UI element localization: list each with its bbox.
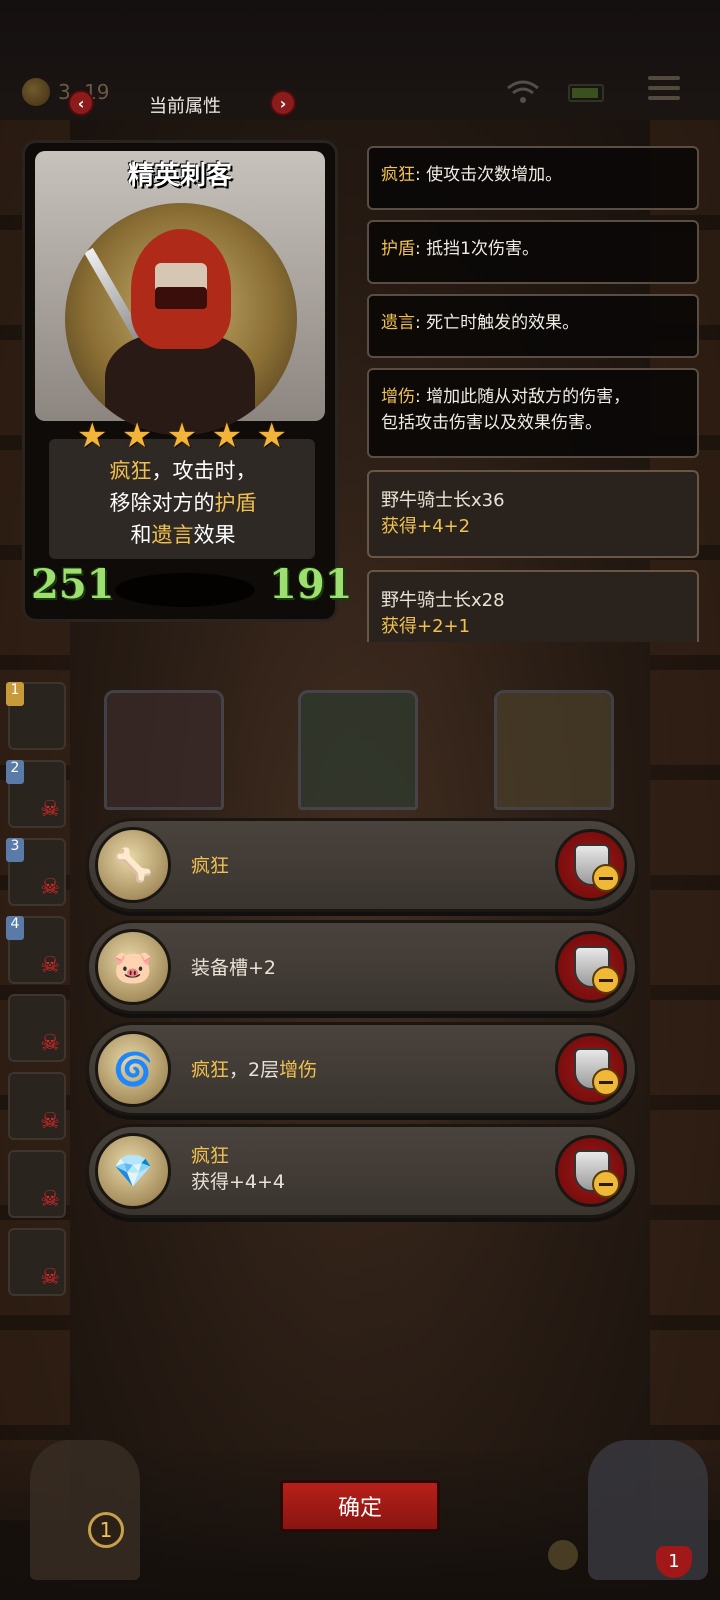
chest-count: 1 bbox=[88, 1512, 124, 1548]
side-slot-8[interactable]: ☠ bbox=[8, 1228, 66, 1296]
star-rating: ★ ★ ★ ★ ★ bbox=[77, 419, 287, 453]
minus-icon bbox=[592, 1068, 620, 1096]
coin-icon bbox=[22, 78, 50, 106]
card-shadow bbox=[115, 573, 255, 607]
equipment-row-3[interactable]: 🌀 疯狂，2层增伤 bbox=[86, 1022, 638, 1116]
keyword: 遗言 bbox=[381, 313, 415, 333]
chest-icon[interactable] bbox=[30, 1440, 140, 1580]
equipment-row-1[interactable]: 🦴 疯狂 bbox=[86, 818, 638, 912]
keyword-info-madness: 疯狂: 使攻击次数增加。 bbox=[367, 146, 699, 210]
desc-text: 移除对方的 bbox=[109, 491, 215, 515]
side-slot-1[interactable]: 1 bbox=[6, 682, 66, 750]
skull-icon: ☠ bbox=[40, 1187, 60, 1212]
equipment-label: 疯狂，2层增伤 bbox=[191, 1059, 318, 1081]
slot-number: 3 bbox=[6, 838, 24, 862]
skull-icon: ☠ bbox=[40, 875, 60, 900]
keyword-info-deathrattle: 遗言: 死亡时触发的效果。 bbox=[367, 294, 699, 358]
keyword-info-shield: 护盾: 抵挡1次伤害。 bbox=[367, 220, 699, 284]
keyword: 护盾 bbox=[214, 491, 257, 515]
top-bar: 3‥19 ‹ 当前属性 › bbox=[0, 0, 720, 120]
minion-gain: 获得+2+1 bbox=[381, 616, 471, 637]
skull-icon: ☠ bbox=[40, 1109, 60, 1134]
keyword-desc: : 增加此随从对敌方的伤害， bbox=[415, 387, 631, 407]
skull-icon: ☠ bbox=[40, 797, 60, 822]
equipment-row-2[interactable]: 🐷 装备槽+2 bbox=[86, 920, 638, 1014]
side-slot-7[interactable]: ☠ bbox=[8, 1150, 66, 1218]
remove-equipment-button[interactable] bbox=[555, 1135, 627, 1207]
keyword: 增伤 bbox=[381, 387, 415, 407]
slot-number: 1 bbox=[6, 682, 24, 706]
remove-equipment-button[interactable] bbox=[555, 1033, 627, 1105]
keyword-desc: : 死亡时触发的效果。 bbox=[415, 313, 580, 333]
health-stat: 191 bbox=[269, 561, 353, 608]
keyword: 疯狂 bbox=[381, 165, 415, 185]
star-icon: ★ bbox=[77, 416, 108, 456]
desc-text: 和 bbox=[130, 523, 152, 547]
minus-icon bbox=[592, 966, 620, 994]
attack-stat: 251 bbox=[31, 561, 115, 608]
side-slot-6[interactable]: ☠ bbox=[8, 1072, 66, 1140]
assassin-portrait bbox=[65, 203, 297, 435]
equipment-row-4[interactable]: 💎 疯狂 获得+4+4 bbox=[86, 1124, 638, 1218]
side-slot-5[interactable]: ☠ bbox=[8, 994, 66, 1062]
keyword-desc: : 抵挡1次伤害。 bbox=[415, 239, 539, 259]
minion-source-1: 野牛骑士长x36 获得+4+2 bbox=[367, 470, 699, 558]
chevron-left-icon[interactable]: ‹ bbox=[68, 90, 94, 116]
desc-text: 效果 bbox=[193, 523, 236, 547]
minion-name: 野牛骑士长x36 bbox=[381, 490, 505, 511]
board-minion-assassin[interactable] bbox=[104, 690, 224, 810]
skull-icon: ☠ bbox=[40, 953, 60, 978]
minion-name: 野牛骑士长x28 bbox=[381, 590, 505, 611]
wind-icon: 🌀 bbox=[95, 1031, 171, 1107]
board-minion-fairy[interactable] bbox=[494, 690, 614, 810]
slot-number: 4 bbox=[6, 916, 24, 940]
claw-icon: 🦴 bbox=[95, 827, 171, 903]
pig-icon: 🐷 bbox=[95, 929, 171, 1005]
star-icon: ★ bbox=[166, 416, 198, 456]
skull-icon: ☠ bbox=[40, 1265, 60, 1290]
keyword-info-damage-boost: 增伤: 增加此随从对敌方的伤害， 包括攻击伤害以及效果伤害。 bbox=[367, 368, 699, 458]
minus-icon bbox=[592, 1170, 620, 1198]
card-description: 疯狂，攻击时， 移除对方的护盾 和遗言效果 bbox=[25, 455, 341, 551]
minion-gain: 获得+4+2 bbox=[381, 516, 471, 537]
crystal-icon: 💎 bbox=[95, 1133, 171, 1209]
bell-icon[interactable] bbox=[548, 1540, 578, 1570]
wifi-icon bbox=[507, 80, 539, 103]
star-icon: ★ bbox=[121, 416, 153, 456]
keyword: 疯狂 bbox=[109, 459, 152, 483]
menu-icon[interactable] bbox=[648, 76, 680, 104]
star-icon: ★ bbox=[256, 416, 287, 456]
board-minion-beast[interactable] bbox=[298, 690, 418, 810]
minion-source-2: 野牛骑士长x28 获得+2+1 bbox=[367, 570, 699, 642]
equipment-label: 疯狂 获得+4+4 bbox=[191, 1145, 286, 1193]
minion-list-clip: 野牛骑士长x28 获得+2+1 bbox=[367, 570, 699, 642]
skull-icon: ☠ bbox=[40, 1031, 60, 1056]
side-slot-2[interactable]: 2 ☠ bbox=[6, 760, 66, 828]
keyword: 护盾 bbox=[381, 239, 415, 259]
minus-icon bbox=[592, 864, 620, 892]
chevron-right-icon[interactable]: › bbox=[270, 90, 296, 116]
confirm-button[interactable]: 确定 bbox=[280, 1480, 440, 1532]
side-slot-4[interactable]: 4 ☠ bbox=[6, 916, 66, 984]
battery-icon bbox=[568, 84, 604, 102]
page-title: 当前属性 bbox=[149, 96, 221, 117]
keyword: 遗言 bbox=[151, 523, 194, 547]
minion-card: 精英刺客 ★ ★ ★ ★ ★ 疯狂，攻击时， 移除对方的护盾 和遗言效果 251… bbox=[22, 140, 353, 622]
equipment-label: 装备槽+2 bbox=[191, 957, 277, 979]
remove-equipment-button[interactable] bbox=[555, 931, 627, 1003]
keyword-desc: 包括攻击伤害以及效果伤害。 bbox=[381, 413, 602, 433]
side-slot-3[interactable]: 3 ☠ bbox=[6, 838, 66, 906]
desc-text: ，攻击时， bbox=[151, 459, 257, 483]
keyword-desc: : 使攻击次数增加。 bbox=[415, 165, 563, 185]
card-name: 精英刺客 bbox=[127, 161, 232, 191]
slot-number: 2 bbox=[6, 760, 24, 784]
star-icon: ★ bbox=[211, 416, 243, 456]
remove-equipment-button[interactable] bbox=[555, 829, 627, 901]
equipment-label: 疯狂 bbox=[191, 855, 230, 877]
